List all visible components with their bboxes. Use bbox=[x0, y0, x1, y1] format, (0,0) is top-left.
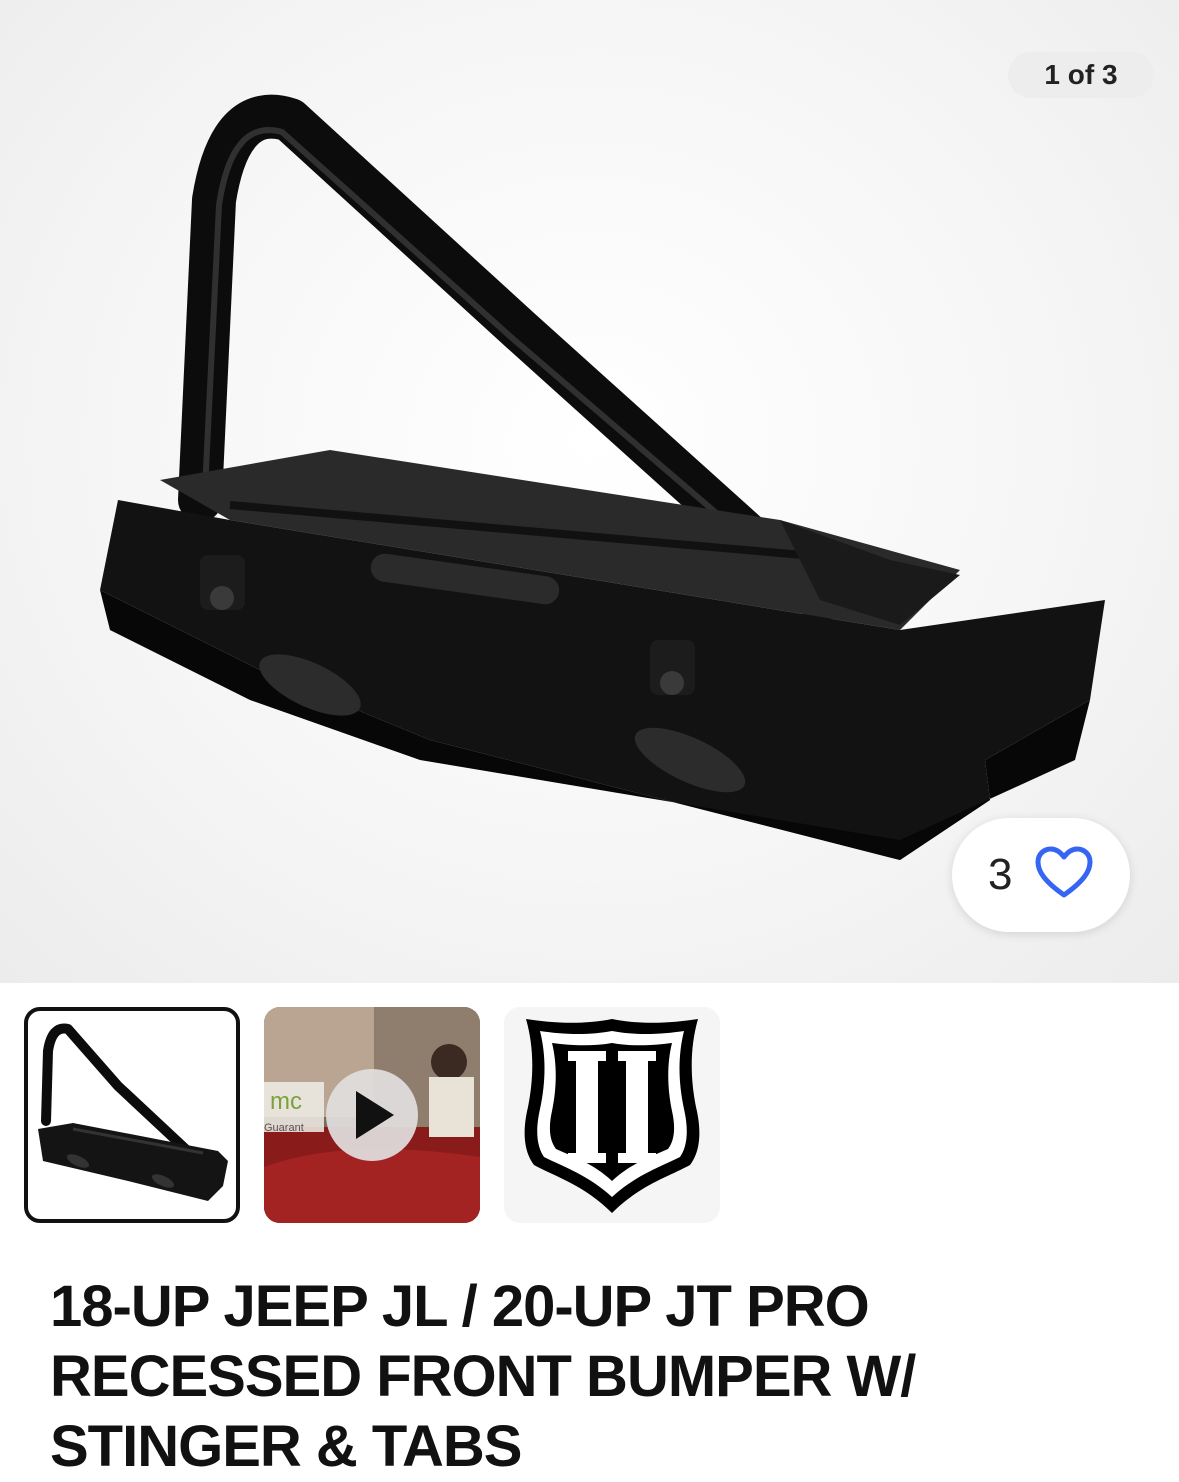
thumbnail-video[interactable]: mc Guarant bbox=[264, 1007, 480, 1223]
image-counter: 1 of 3 bbox=[1008, 52, 1154, 98]
image-counter-text: 1 of 3 bbox=[1044, 59, 1118, 90]
thumbnail-logo[interactable] bbox=[504, 1007, 720, 1223]
watch-button[interactable]: 3 bbox=[952, 818, 1130, 932]
watch-count: 3 bbox=[988, 850, 1013, 899]
thumbnail-product-image bbox=[38, 1023, 228, 1201]
video-overlay-text-2: Guarant bbox=[264, 1122, 304, 1134]
thumbnail-image-1[interactable] bbox=[24, 1007, 240, 1223]
brand-logo-icon bbox=[524, 1019, 700, 1213]
heart-outline-icon bbox=[1034, 845, 1094, 906]
product-image-gallery[interactable]: 1 of 3 3 bbox=[0, 0, 1179, 983]
product-title: 18-UP JEEP JL / 20-UP JT PRO RECESSED FR… bbox=[50, 1274, 916, 1479]
video-overlay-text-1: mc bbox=[270, 1088, 302, 1115]
thumbnail-video-frame: mc Guarant bbox=[264, 1007, 480, 1223]
